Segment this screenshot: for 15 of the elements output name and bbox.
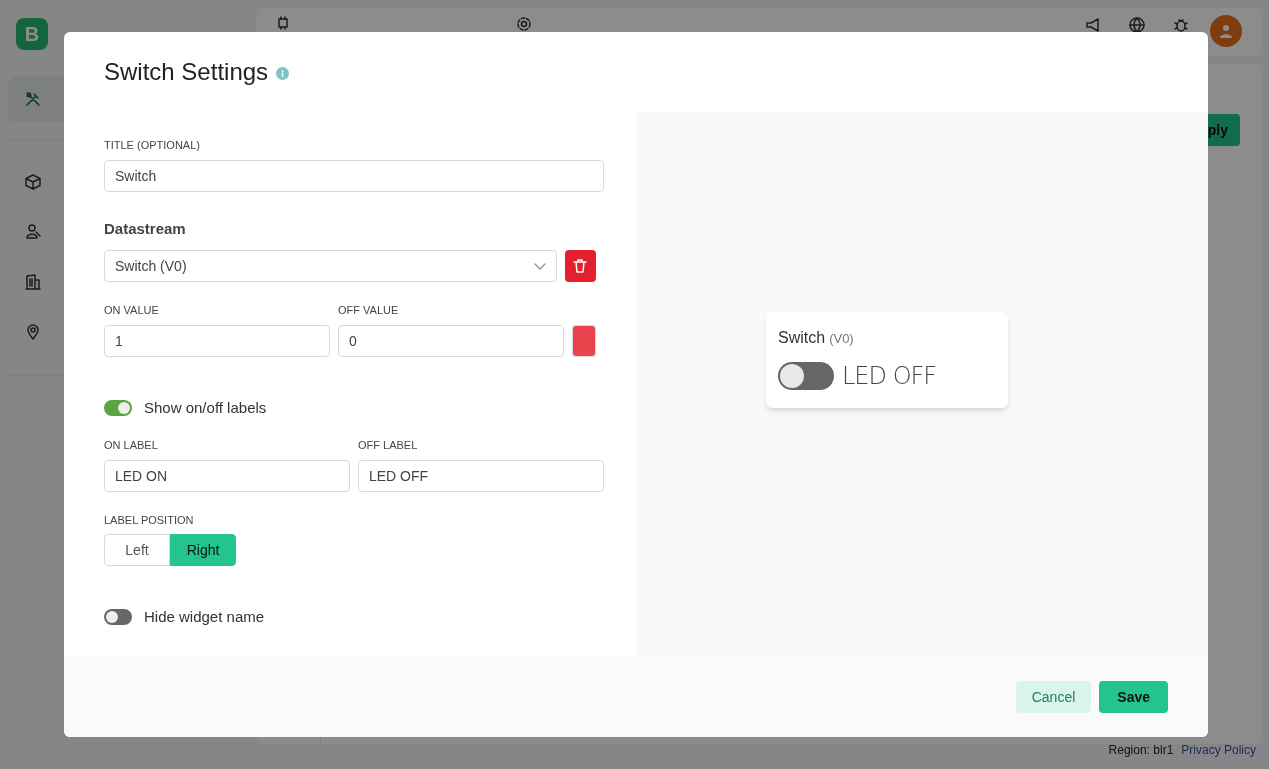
logo-icon: B (16, 18, 48, 50)
field-label: ON VALUE (104, 303, 160, 318)
state-label: LED OFF (842, 360, 937, 392)
field-label: LABEL POSITION (104, 512, 195, 528)
pin-label: (V0) (829, 329, 854, 348)
field-label: OFF VALUE (338, 303, 400, 318)
dialog-title: Switch Settings (104, 57, 269, 87)
region-label: Region: blr1 (1108, 742, 1174, 759)
toggle-label: Hide widget name (144, 607, 265, 627)
toggle-label: Show on/off labels (144, 397, 267, 418)
widget-name: Switch (778, 327, 826, 348)
section-heading: Datastream (104, 218, 187, 239)
field-label: OFF LABEL (358, 438, 419, 453)
field-label: TITLE (OPTIONAL) (104, 138, 201, 153)
field-label: ON LABEL (104, 438, 159, 453)
